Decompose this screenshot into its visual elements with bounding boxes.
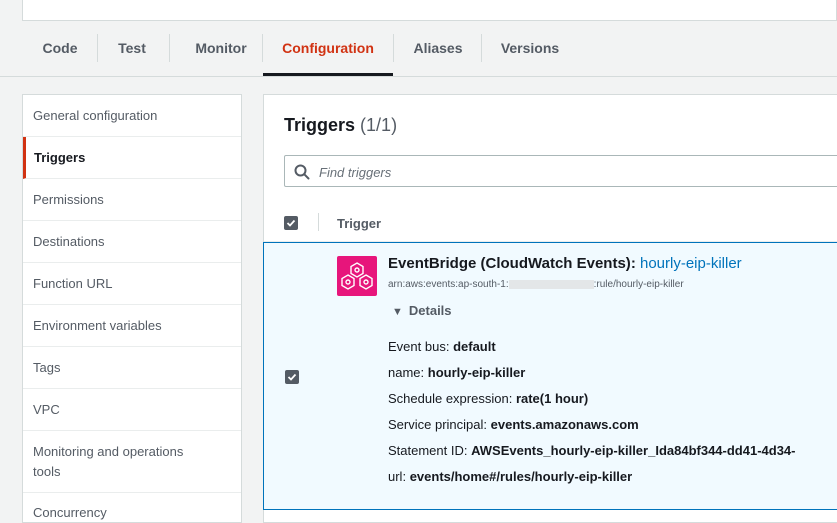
sidebar-item-triggers[interactable]: Triggers bbox=[23, 137, 241, 179]
detail-schedule-expression: Schedule expression: rate(1 hour) bbox=[388, 391, 588, 406]
detail-key: name: bbox=[388, 365, 425, 380]
detail-key: Event bus: bbox=[388, 339, 450, 354]
tab-divider bbox=[481, 34, 482, 62]
detail-key: Statement ID: bbox=[388, 443, 468, 458]
sidebar-item-general-configuration[interactable]: General configuration bbox=[23, 95, 241, 137]
checkmark-icon bbox=[287, 373, 297, 381]
details-label: Details bbox=[408, 303, 452, 318]
sidebar-item-environment-variables[interactable]: Environment variables bbox=[23, 305, 241, 347]
tabs-underline bbox=[0, 76, 837, 77]
detail-service-principal: Service principal: events.amazonaws.com bbox=[388, 417, 639, 432]
sidebar-item-label: Tags bbox=[33, 359, 61, 375]
select-all-checkbox[interactable] bbox=[284, 216, 298, 230]
trigger-arn: arn:aws:events:ap-south-1: :rule/hourly-e… bbox=[388, 279, 684, 290]
sidebar-item-label: VPC bbox=[33, 401, 60, 417]
checkmark-icon bbox=[286, 219, 296, 227]
tab-divider bbox=[169, 34, 170, 62]
tab-monitor[interactable]: Monitor bbox=[180, 26, 262, 74]
sidebar-item-vpc[interactable]: VPC bbox=[23, 389, 241, 431]
trigger-title: EventBridge (CloudWatch Events): hourly-… bbox=[388, 255, 742, 272]
sidebar-item-label: Triggers bbox=[34, 149, 86, 165]
sidebar-item-concurrency[interactable]: Concurrency bbox=[23, 493, 241, 522]
caret-down-icon: ▼ bbox=[392, 306, 403, 318]
detail-value: default bbox=[453, 339, 496, 354]
column-divider bbox=[318, 213, 319, 231]
detail-value: hourly-eip-killer bbox=[427, 365, 526, 380]
sidebar-item-label: Destinations bbox=[33, 233, 105, 249]
detail-event-bus: Event bus: default bbox=[388, 339, 496, 354]
sidebar-item-destinations[interactable]: Destinations bbox=[23, 221, 241, 263]
sidebar-item-label: General configuration bbox=[33, 107, 158, 123]
redacted-account-id bbox=[508, 279, 594, 289]
arn-suffix: :rule/hourly-eip-killer bbox=[593, 279, 684, 290]
search-input[interactable] bbox=[317, 156, 821, 188]
detail-value: rate(1 hour) bbox=[515, 391, 589, 406]
table-row[interactable]: EventBridge (CloudWatch Events): hourly-… bbox=[263, 242, 837, 510]
tab-test[interactable]: Test bbox=[108, 26, 156, 74]
function-tabs: Code Test Monitor Configuration Aliases … bbox=[22, 26, 837, 76]
sidebar-item-label: Monitoring and operations tools bbox=[33, 443, 184, 479]
detail-key: Service principal: bbox=[388, 417, 487, 432]
column-header-trigger[interactable]: Trigger bbox=[337, 216, 381, 231]
sidebar-item-label: Environment variables bbox=[33, 317, 162, 333]
tab-divider bbox=[393, 34, 394, 62]
sidebar-item-label: Permissions bbox=[33, 191, 104, 207]
panel-title-text: Triggers bbox=[284, 115, 356, 135]
sidebar-item-monitoring[interactable]: Monitoring and operations tools bbox=[23, 431, 241, 493]
detail-key: Schedule expression: bbox=[388, 391, 513, 406]
row-checkbox[interactable] bbox=[285, 370, 299, 384]
tab-configuration[interactable]: Configuration bbox=[263, 26, 393, 76]
trigger-separator: : bbox=[630, 255, 636, 272]
detail-url: url: events/home#/rules/hourly-eip-kille… bbox=[388, 469, 632, 484]
top-card bbox=[22, 0, 837, 21]
tab-aliases[interactable]: Aliases bbox=[402, 26, 474, 74]
detail-statement-id: Statement ID: AWSEvents_hourly-eip-kille… bbox=[388, 443, 796, 458]
search-box[interactable] bbox=[284, 155, 837, 188]
detail-value: events/home#/rules/hourly-eip-killer bbox=[409, 469, 633, 484]
tab-versions[interactable]: Versions bbox=[490, 26, 570, 74]
detail-value: AWSEvents_hourly-eip-killer_Ida84bf344-d… bbox=[471, 443, 796, 458]
panel-title: Triggers (1/1) bbox=[284, 115, 397, 136]
sidebar-item-function-url[interactable]: Function URL bbox=[23, 263, 241, 305]
sidebar-item-tags[interactable]: Tags bbox=[23, 347, 241, 389]
trigger-count: (1/1) bbox=[360, 115, 398, 135]
detail-name: name: hourly-eip-killer bbox=[388, 365, 525, 380]
arn-prefix: arn:aws:events:ap-south-1: bbox=[388, 279, 509, 290]
detail-value: events.amazonaws.com bbox=[490, 417, 639, 432]
sidebar-item-label: Concurrency bbox=[33, 504, 107, 520]
tab-code[interactable]: Code bbox=[34, 26, 86, 74]
trigger-rule-link[interactable]: hourly-eip-killer bbox=[640, 255, 742, 272]
tab-divider bbox=[97, 34, 98, 62]
details-toggle[interactable]: ▼ Details bbox=[392, 303, 452, 318]
trigger-source: EventBridge (CloudWatch Events) bbox=[388, 255, 631, 272]
configuration-sidebar: General configuration Triggers Permissio… bbox=[22, 94, 242, 523]
search-icon bbox=[294, 164, 310, 180]
sidebar-item-permissions[interactable]: Permissions bbox=[23, 179, 241, 221]
detail-key: url: bbox=[388, 469, 407, 484]
eventbridge-icon bbox=[337, 256, 377, 296]
sidebar-item-label: Function URL bbox=[33, 275, 113, 291]
triggers-panel: Triggers (1/1) Trigger bbox=[263, 94, 837, 523]
